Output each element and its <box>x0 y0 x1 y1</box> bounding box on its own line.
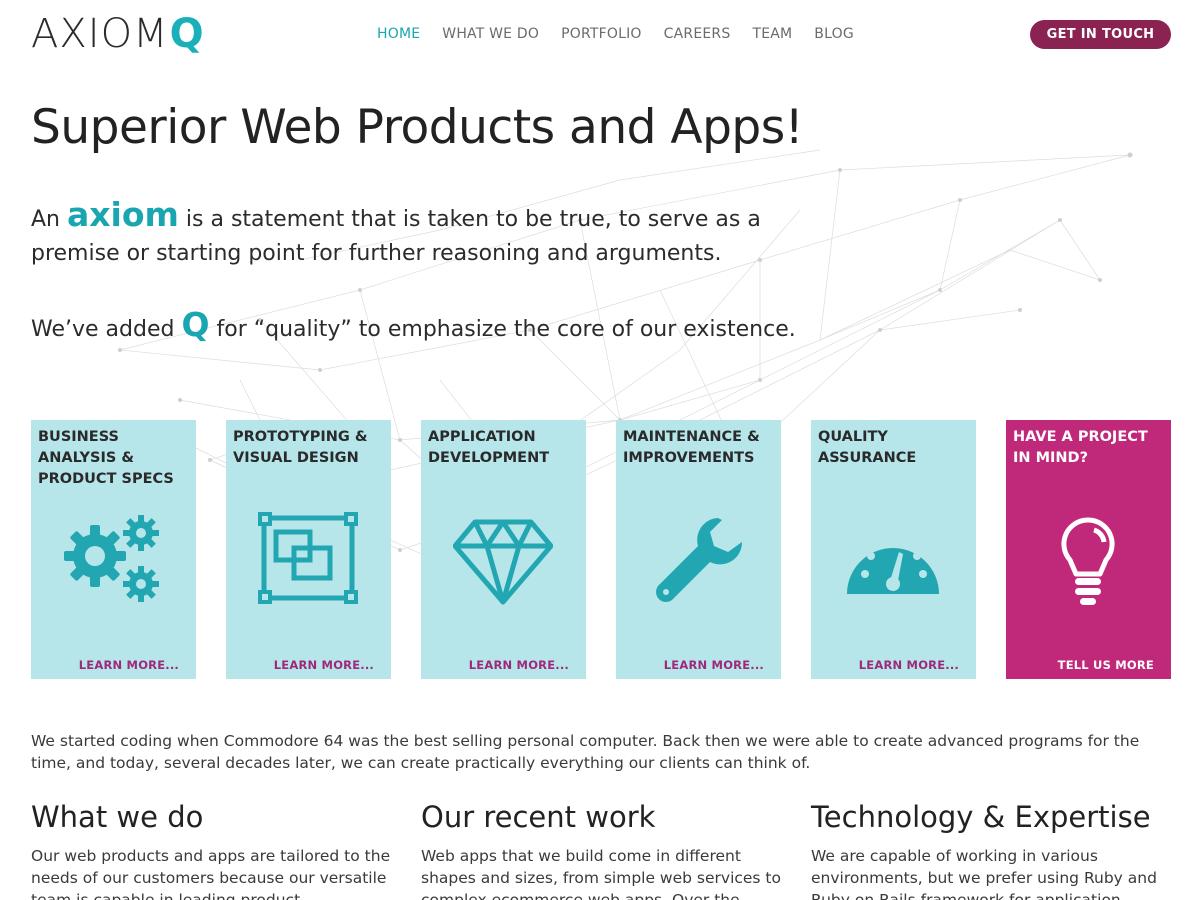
logo-wordmark: AXIOM <box>31 11 169 57</box>
hero-quality-statement: We’ve added Q for “quality” to emphasize… <box>31 307 811 348</box>
service-card-project[interactable]: HAVE A PROJECT IN MIND? TELL US MORE <box>1006 420 1171 679</box>
site-header: AXIOM Q HOME WHAT WE DO PORTFOLIO CAREERS… <box>0 0 1200 70</box>
service-card-quality-assurance[interactable]: QUALITY ASSURANCE LEARN MORE... <box>811 420 976 679</box>
nav-team[interactable]: TEAM <box>752 26 792 42</box>
learn-more-link[interactable]: LEARN MORE... <box>664 658 764 672</box>
column-title[interactable]: Our recent work <box>421 797 781 837</box>
hero-axiom-definition: An axiom is a statement that is taken to… <box>31 198 791 271</box>
diamond-icon <box>453 519 553 605</box>
learn-more-link[interactable]: LEARN MORE... <box>79 658 179 672</box>
service-card-business-analysis[interactable]: BUSINESS ANALYSIS & PRODUCT SPECS LEARN … <box>31 420 196 679</box>
column-recent-work: Our recent work Web apps that we build c… <box>421 797 781 900</box>
hero-p2-prefix: We’ve added <box>31 317 182 342</box>
column-text: We are capable of working in various env… <box>811 847 1157 900</box>
column-what-we-do: What we do Our web products and apps are… <box>31 797 391 900</box>
learn-more-link[interactable]: LEARN MORE... <box>859 658 959 672</box>
gears-icon <box>64 515 159 602</box>
hero-q-highlight: Q <box>181 305 210 344</box>
service-card-prototyping[interactable]: PROTOTYPING & VISUAL DESIGN LEARN MORE..… <box>226 420 391 679</box>
learn-more-link[interactable]: LEARN MORE... <box>274 658 374 672</box>
logo[interactable]: AXIOM Q <box>31 12 204 56</box>
column-technology: Technology & Expertise We are capable of… <box>811 797 1171 900</box>
wrench-icon <box>656 518 743 602</box>
service-card-title: HAVE A PROJECT IN MIND? <box>1013 429 1148 466</box>
nav-what-we-do[interactable]: WHAT WE DO <box>442 26 539 42</box>
tell-us-more-link[interactable]: TELL US MORE <box>1058 658 1154 672</box>
intro-paragraph: We started coding when Commodore 64 was … <box>31 732 1140 772</box>
service-card-title: QUALITY ASSURANCE <box>818 429 917 466</box>
hero-p2-rest: for “quality” to emphasize the core of o… <box>209 317 796 342</box>
hero-axiom-highlight: axiom <box>67 195 179 234</box>
hero-title: Superior Web Products and Apps! <box>31 100 804 155</box>
nav-portfolio[interactable]: PORTFOLIO <box>561 26 642 42</box>
hero-p1-prefix: An <box>31 207 67 232</box>
column-title[interactable]: What we do <box>31 797 391 837</box>
nav-blog[interactable]: BLOG <box>814 26 854 42</box>
service-card-app-development[interactable]: APPLICATION DEVELOPMENT LEARN MORE... <box>421 420 586 679</box>
nav-home[interactable]: HOME <box>377 26 420 42</box>
nav-careers[interactable]: CAREERS <box>664 26 731 42</box>
service-card-title: PROTOTYPING & VISUAL DESIGN <box>233 429 368 466</box>
layers-frame-icon <box>258 512 358 604</box>
lightbulb-icon <box>1061 517 1115 605</box>
service-card-title: APPLICATION DEVELOPMENT <box>428 429 550 466</box>
main-nav: HOME WHAT WE DO PORTFOLIO CAREERS TEAM B… <box>377 26 854 42</box>
service-card-title: MAINTENANCE & IMPROVEMENTS <box>623 429 760 466</box>
column-text: Our web products and apps are tailored t… <box>31 847 391 900</box>
get-in-touch-button[interactable]: GET IN TOUCH <box>1030 20 1171 49</box>
gauge-icon <box>847 540 939 594</box>
logo-q-mark: Q <box>169 11 204 57</box>
column-title[interactable]: Technology & Expertise <box>811 797 1171 837</box>
service-card-title: BUSINESS ANALYSIS & PRODUCT SPECS <box>38 429 174 487</box>
learn-more-link[interactable]: LEARN MORE... <box>469 658 569 672</box>
column-text: Web apps that we build come in different… <box>421 847 781 900</box>
service-card-maintenance[interactable]: MAINTENANCE & IMPROVEMENTS LEARN MORE... <box>616 420 781 679</box>
